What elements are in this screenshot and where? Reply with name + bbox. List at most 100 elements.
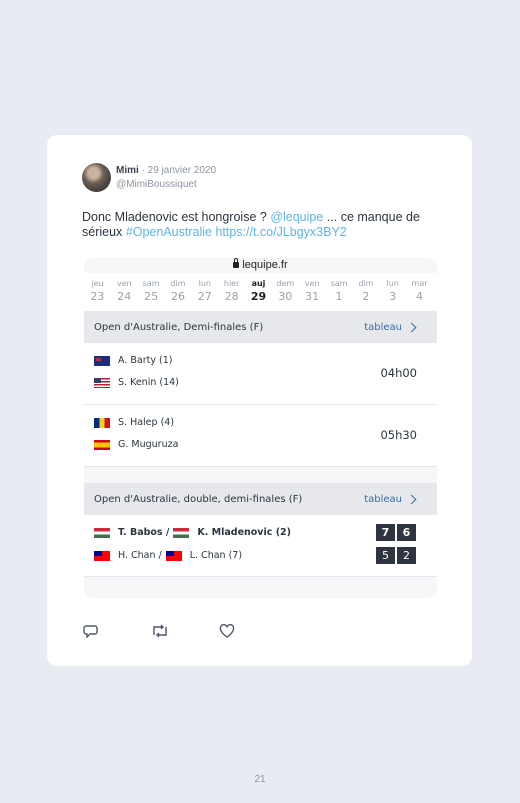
day-number: 31 [305,290,320,303]
url-bar: lequipe.fr [84,258,437,273]
url-link[interactable]: https://t.co/JLbgyx3BY2 [215,225,346,239]
section-header-doubles: Open d'Australie, double, demi-finales (… [84,483,437,515]
day-item[interactable]: mar 4 [406,279,433,311]
player-name: K. Mladenovic (2) [197,527,291,538]
day-item[interactable]: sam 1 [326,279,353,311]
team-row: H. Chan / L. Chan (7) [94,550,242,561]
like-icon [219,623,235,638]
hashtag-link[interactable]: #OpenAustralie [126,225,212,239]
day-number: 27 [197,290,212,303]
lock-icon [233,258,240,268]
section-title: Open d'Australie, Demi-finales (F) [94,321,264,333]
like-button[interactable] [219,623,235,638]
set-score: 6 [397,524,416,541]
day-label: sam [142,279,160,288]
chevron-right-icon [406,322,417,332]
tableau-label: tableau [364,493,402,505]
player-name: H. Chan / [118,550,162,561]
day-label: ven [116,279,132,288]
tweet-text-part: Donc Mladenovic est hongroise ? [82,210,271,224]
day-label: jeu [91,279,104,288]
match-row-doubles[interactable]: T. Babos / K. Mladenovic (2) H. Chan / L… [84,515,437,577]
day-item[interactable]: ven 24 [111,279,138,311]
day-number: 2 [362,290,370,303]
day-item[interactable]: lun 27 [191,279,218,311]
day-label: dem [276,279,295,288]
section-title: Open d'Australie, double, demi-finales (… [94,493,303,505]
reply-icon [83,625,98,639]
player-name: S. Kenin (14) [118,377,179,388]
hungary-flag-icon [94,527,110,538]
taiwan-flag-icon [165,550,182,561]
set-score: 5 [376,547,395,564]
day-label: mar [411,279,428,288]
player-row: A. Barty (1) [94,355,172,366]
chevron-right-icon [406,494,417,504]
day-number: 1 [335,290,343,303]
match-row[interactable]: A. Barty (1) S. Kenin (14) 04h00 [84,343,437,405]
day-number: 24 [117,290,132,303]
day-label: hier [223,279,240,288]
hungary-flag-icon [173,527,190,538]
day-number: 30 [278,290,293,303]
author-name[interactable]: Mimi [116,165,139,176]
day-label: dim [170,279,186,288]
match-time: 05h30 [380,428,417,442]
match-time: 04h00 [380,366,417,380]
embedded-screenshot[interactable]: lequipe.fr jeu 23 ven 24 sam 25 dim 26 lun 27… [84,258,437,598]
day-number: 4 [416,290,424,303]
day-item[interactable]: sam 25 [138,279,165,311]
set-score: 2 [397,547,416,564]
day-label: auj [251,279,266,288]
day-label: lun [198,279,211,288]
date-strip: jeu 23 ven 24 sam 25 dim 26 lun 27 hier 28 auj… [84,273,437,311]
day-item[interactable]: dim 2 [352,279,379,311]
day-number: 23 [90,290,105,303]
tweet-actions [83,623,287,639]
mention-link[interactable]: @lequipe [270,210,323,224]
match-row[interactable]: S. Halep (4) G. Muguruza 05h30 [84,405,437,467]
day-number: 3 [389,290,397,303]
section-header-singles: Open d'Australie, Demi-finales (F) table… [84,311,437,343]
score-team2: 5 2 [376,547,416,564]
day-label: lun [386,279,399,288]
day-item[interactable]: dem 30 [272,279,299,311]
day-label: sam [330,279,348,288]
australia-flag-icon [94,355,110,366]
team-row-winner: T. Babos / K. Mladenovic (2) [94,527,291,538]
tableau-link[interactable]: tableau [364,321,417,333]
avatar[interactable] [82,163,111,192]
retweet-button[interactable] [151,624,167,638]
author-handle[interactable]: @MimiBoussiquet [116,179,197,190]
day-item-today[interactable]: auj 29 [245,279,272,311]
player-name: T. Babos / [118,527,170,538]
day-label: ven [304,279,320,288]
tweet-date[interactable]: · 29 janvier 2020 [142,165,217,176]
usa-flag-icon [94,377,110,388]
romania-flag-icon [94,417,110,428]
tableau-link[interactable]: tableau [364,493,417,505]
day-item[interactable]: hier 28 [218,279,245,311]
day-number: 28 [224,290,239,303]
tableau-label: tableau [364,321,402,333]
day-item[interactable]: dim 26 [165,279,192,311]
player-name: G. Muguruza [118,439,179,450]
set-score: 7 [376,524,395,541]
player-name: S. Halep (4) [118,417,175,428]
day-item[interactable]: jeu 23 [84,279,111,311]
score-team1: 7 6 [376,524,416,541]
day-item[interactable]: lun 3 [379,279,406,311]
taiwan-flag-icon [94,550,110,561]
player-row: G. Muguruza [94,439,178,450]
url-domain: lequipe.fr [242,259,288,271]
player-name: A. Barty (1) [118,355,173,366]
retweet-icon [153,624,167,638]
player-row: S. Halep (4) [94,417,174,428]
player-row: S. Kenin (14) [94,377,179,388]
day-number: 26 [170,290,185,303]
spain-flag-icon [94,439,110,450]
reply-button[interactable] [83,624,99,639]
day-item[interactable]: ven 31 [299,279,326,311]
day-number: 25 [144,290,159,303]
